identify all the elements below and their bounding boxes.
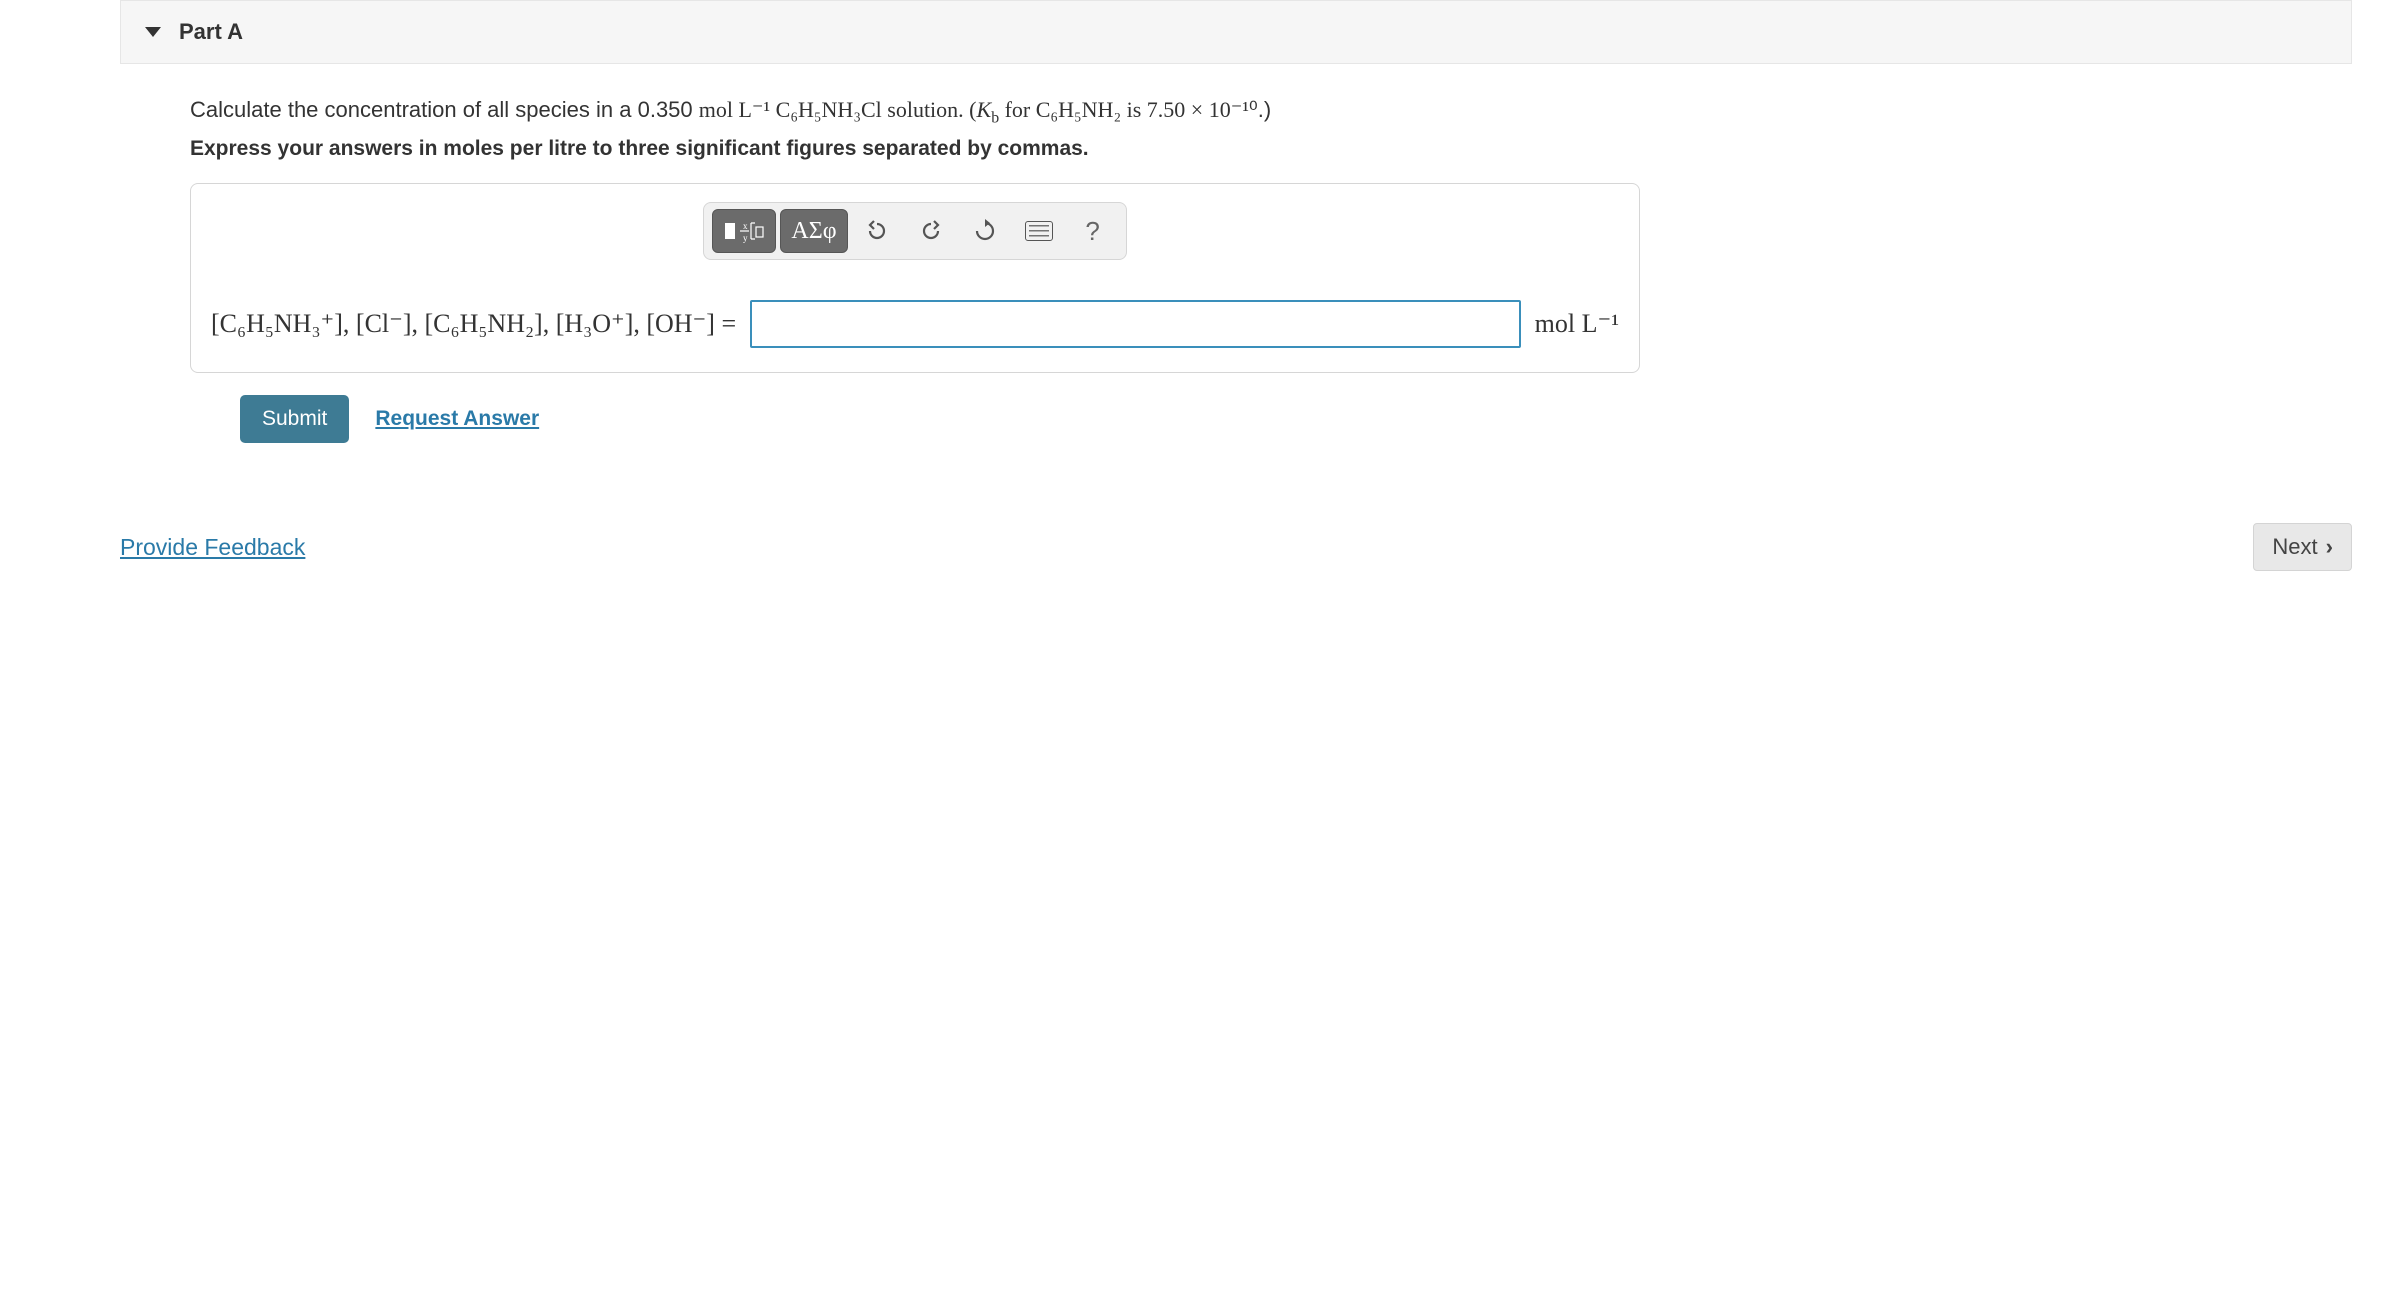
prompt-post: .) (1258, 97, 1271, 122)
question-prompt: Calculate the concentration of all speci… (190, 92, 2312, 127)
chevron-right-icon: › (2326, 534, 2333, 560)
part-header[interactable]: Part A (120, 0, 2352, 64)
prompt-mid1: C₆H₅NH₃Cl solution. ( (770, 97, 976, 122)
formula-toolbar: x y ΑΣφ (703, 202, 1126, 260)
kb-value: 7.50 × 10⁻¹⁰ (1147, 97, 1258, 122)
next-button[interactable]: Next › (2253, 523, 2352, 571)
part-title: Part A (179, 19, 243, 45)
kb-var: K (977, 97, 992, 122)
template-button[interactable]: x y (712, 209, 776, 253)
svg-text:y: y (743, 233, 748, 243)
svg-text:x: x (743, 221, 748, 231)
answer-instructions: Express your answers in moles per litre … (190, 137, 2312, 161)
request-answer-link[interactable]: Request Answer (375, 407, 539, 431)
species-label: [C₆H₅NH₃⁺], [Cl⁻], [C₆H₅NH₂], [H₃O⁺], [O… (211, 309, 736, 339)
provide-feedback-link[interactable]: Provide Feedback (120, 534, 305, 561)
redo-button[interactable] (906, 209, 956, 253)
submit-button[interactable]: Submit (240, 395, 349, 443)
caret-down-icon (145, 27, 161, 37)
answer-panel: x y ΑΣφ (190, 183, 1640, 373)
unit-label: mol L⁻¹ (1535, 309, 1619, 339)
answer-input[interactable] (750, 300, 1521, 348)
prompt-pre: Calculate the concentration of all speci… (190, 97, 699, 122)
prompt-mid2: for C₆H₅NH₂ is (999, 97, 1147, 122)
kb-sub: b (991, 109, 999, 126)
keyboard-icon (1025, 221, 1053, 241)
undo-button[interactable] (852, 209, 902, 253)
greek-button[interactable]: ΑΣφ (780, 209, 847, 253)
help-button[interactable]: ? (1068, 209, 1118, 253)
reset-button[interactable] (960, 209, 1010, 253)
next-label: Next (2272, 534, 2317, 560)
keyboard-button[interactable] (1014, 209, 1064, 253)
prompt-unit: mol L⁻¹ (699, 97, 770, 122)
